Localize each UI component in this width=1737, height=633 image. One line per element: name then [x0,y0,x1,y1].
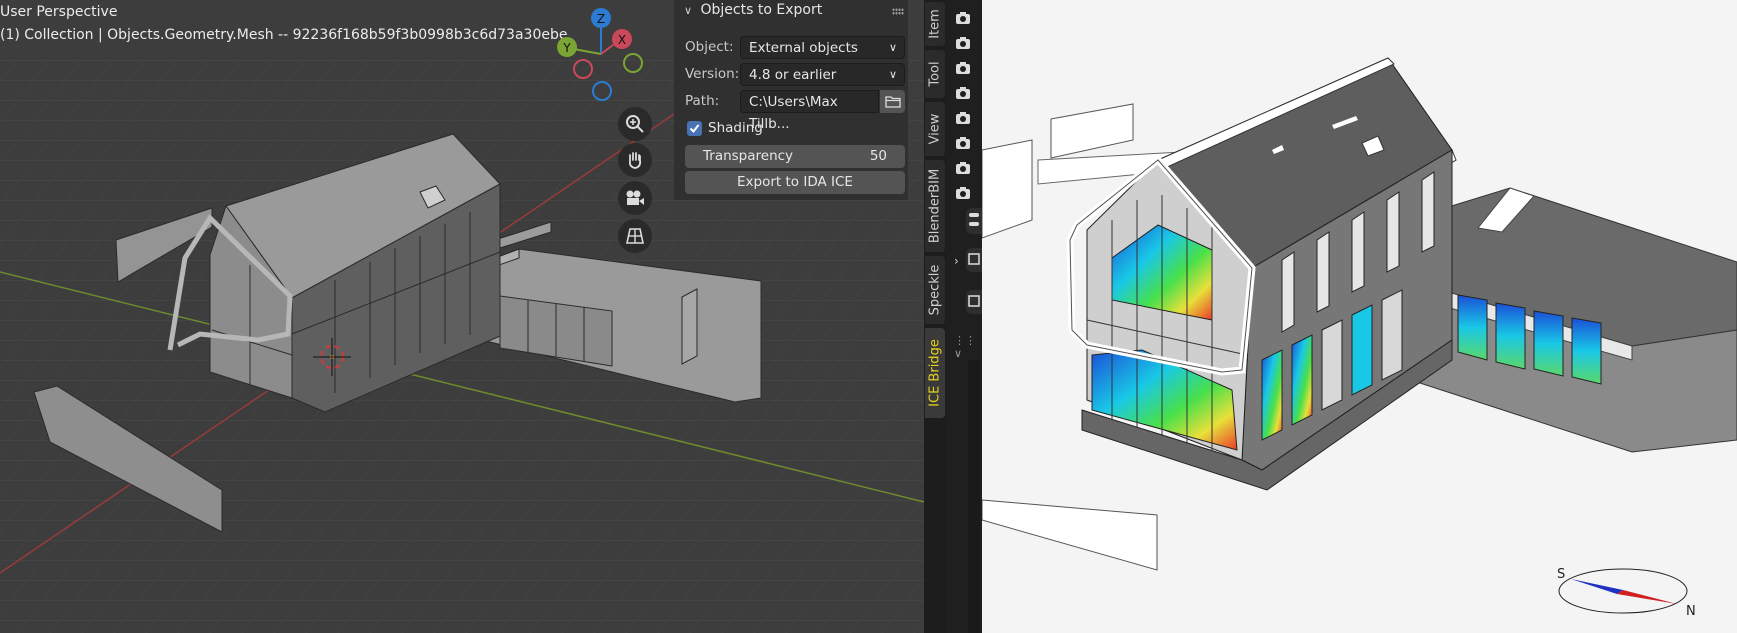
version-label: Version: [685,66,740,82]
path-label: Path: [685,93,720,109]
tab-tool[interactable]: Tool [925,50,945,98]
grid-ortho-icon[interactable] [618,219,652,253]
shading-label: Shading [708,120,763,136]
object-dropdown[interactable]: External objects ∨ [740,36,905,59]
toggle-icon[interactable] [966,208,982,234]
chevron-down-icon[interactable]: ∨ [684,4,692,17]
path-field[interactable]: C:\Users\Max Tillb... [740,90,879,132]
select-box-icon[interactable] [966,290,982,314]
camera-snapshot-icon[interactable] [955,86,971,100]
compass-south-label: S [1557,567,1566,582]
3d-viewport[interactable]: User Perspective (1) Collection | Object… [0,0,924,633]
version-value: 4.8 or earlier [749,67,837,83]
transparency-slider[interactable]: Transparency 50 [685,145,905,168]
object-value: External objects [749,40,858,56]
camera-snapshot-icon[interactable] [955,11,971,25]
camera-snapshot-icon[interactable] [955,61,971,75]
chevron-down-icon: ∨ [888,68,897,81]
ida-ice-render-view[interactable]: S N [982,0,1737,633]
drag-handle-icon[interactable] [892,8,904,15]
object-label: Object: [685,39,734,55]
camera-snapshot-icon[interactable] [955,136,971,150]
camera-icon[interactable] [618,181,652,215]
panel-header[interactable]: ∨ Objects to Export [684,2,822,18]
tab-speckle[interactable]: Speckle [925,256,945,324]
gizmo-x-label: X [618,33,626,47]
export-panel: ∨ Objects to Export Object: External obj… [674,0,908,200]
hand-pan-icon[interactable] [618,143,652,177]
gizmo-y-label: Y [562,41,571,55]
camera-snapshot-icon[interactable] [955,36,971,50]
export-to-ida-ice-button[interactable]: Export to IDA ICE [685,171,905,194]
sidebar-tab-strip: Item Tool View BlenderBIM Speckle ICE Br… [924,0,946,633]
navigation-gizmo[interactable]: Z Y X [550,4,650,106]
viewport-mode-label: User Perspective [0,4,118,20]
panel-title: Objects to Export [700,2,823,18]
folder-icon[interactable] [880,90,905,113]
tool-strip: › ⋮⋮ ∨ [946,0,982,633]
tab-blenderbim[interactable]: BlenderBIM [925,160,945,252]
camera-snapshot-icon[interactable] [955,161,971,175]
collection-label: (1) Collection | Objects.Geometry.Mesh -… [0,27,568,43]
select-box-icon[interactable] [966,248,982,272]
scrollbar[interactable] [968,360,980,633]
version-dropdown[interactable]: 4.8 or earlier ∨ [740,63,905,86]
transparency-value: 50 [869,148,887,164]
tab-ice-bridge[interactable]: ICE Bridge [925,328,945,418]
checkmark-icon [689,124,700,134]
chevron-down-icon: ∨ [888,41,897,54]
transparency-label: Transparency [703,148,794,164]
drag-handle-icon[interactable]: ⋮⋮ ∨ [954,334,978,360]
camera-snapshot-icon[interactable] [955,111,971,125]
camera-snapshot-icon[interactable] [955,186,971,200]
shading-checkbox[interactable] [687,121,702,136]
compass-north-label: N [1686,604,1696,619]
compass-icon [1558,568,1688,614]
gizmo-z-label: Z [597,12,605,26]
tab-item[interactable]: Item [925,2,945,46]
zoom-icon[interactable] [618,107,652,141]
render-scene [982,0,1737,633]
tab-view[interactable]: View [925,102,945,156]
chevron-right-icon[interactable]: › [954,254,964,268]
